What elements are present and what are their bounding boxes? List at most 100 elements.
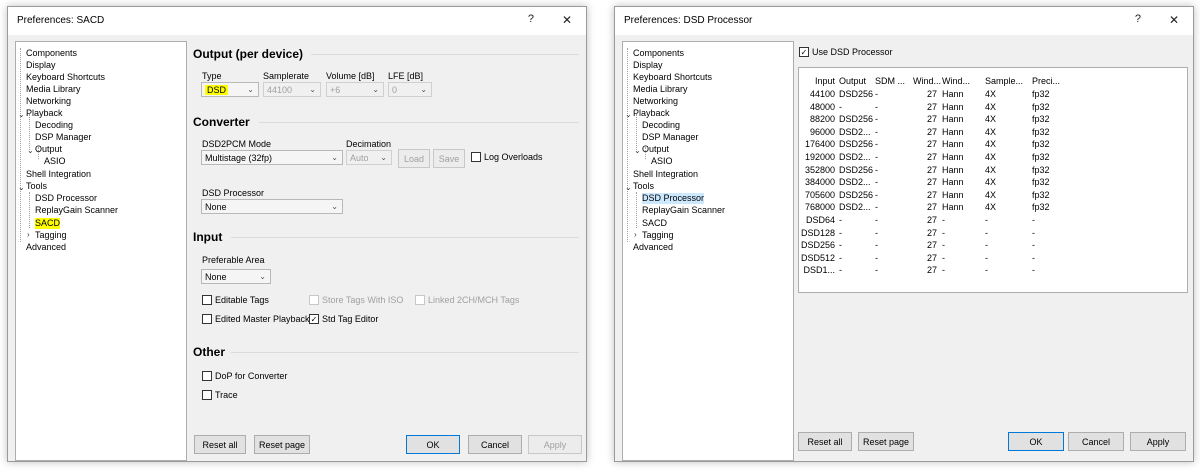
trace-checkbox[interactable] [202, 390, 212, 400]
ok-button[interactable]: OK [1008, 432, 1064, 451]
cancel-button[interactable]: Cancel [468, 435, 522, 454]
cancel-button[interactable]: Cancel [1068, 432, 1124, 451]
chevron-down-icon[interactable]: ⌄ [625, 183, 632, 192]
chevron-right-icon[interactable]: › [27, 230, 30, 239]
table-cell: - [942, 252, 945, 263]
table-cell: - [839, 227, 842, 238]
chevron-down-icon[interactable]: ⌄ [634, 146, 641, 155]
chevron-down-icon[interactable]: ⌄ [18, 183, 25, 192]
table-cell: fp32 [1032, 202, 1050, 213]
dop-for-converter-checkbox[interactable] [202, 371, 212, 381]
save-button[interactable]: Save [433, 149, 465, 168]
type-select[interactable]: DSD ⌄ [201, 82, 259, 97]
preferable-area-select[interactable]: None ⌄ [201, 269, 271, 284]
preferences-tree[interactable]: ⌄ ⌄ ⌄ › Components Display Keyboard Shor… [15, 41, 187, 461]
reset-all-button[interactable]: Reset all [798, 432, 852, 451]
reset-page-button[interactable]: Reset page [858, 432, 914, 451]
close-button[interactable]: ✕ [562, 13, 572, 27]
use-dsd-processor-checkbox[interactable]: ✓ [799, 47, 809, 57]
table-cell: 4X [985, 114, 997, 125]
linked-tags-checkbox[interactable] [415, 295, 425, 305]
window-title: Preferences: DSD Processor [624, 15, 753, 26]
log-overloads-checkbox[interactable] [471, 152, 481, 162]
tree-item-decoding[interactable]: Decoding [642, 120, 680, 131]
table-cell: - [1032, 227, 1035, 238]
tree-item-dsd-processor[interactable]: DSD Processor [35, 193, 97, 204]
tree-item-dsp-manager[interactable]: DSP Manager [642, 132, 698, 143]
editable-tags-label: Editable Tags [215, 295, 269, 305]
tree-item-output[interactable]: Output [35, 144, 62, 155]
load-button[interactable]: Load [398, 149, 430, 168]
tree-item-tools[interactable]: Tools [633, 181, 654, 192]
table-cell: - [1032, 252, 1035, 263]
editable-tags-checkbox[interactable] [202, 295, 212, 305]
table-cell: - [985, 252, 988, 263]
tree-item-asio[interactable]: ASIO [651, 156, 673, 167]
tree-item-advanced[interactable]: Advanced [633, 242, 673, 253]
preferences-tree[interactable]: ⌄ ⌄ ⌄ › Components Display Keyboard Shor… [622, 41, 794, 461]
table-cell: fp32 [1032, 101, 1050, 112]
help-button[interactable]: ? [528, 13, 534, 25]
dsd2pcm-mode-select[interactable]: Multistage (32fp) ⌄ [201, 150, 343, 165]
tree-item-shell-integration[interactable]: Shell Integration [633, 169, 698, 180]
decimation-select[interactable]: Auto ⌄ [346, 150, 392, 165]
tree-item-components[interactable]: Components [26, 48, 77, 59]
dsd-processor-table[interactable]: Input Output SDM ... Wind... Wind... Sample..… [798, 67, 1188, 293]
tree-item-sacd[interactable]: SACD [642, 218, 667, 229]
apply-button[interactable]: Apply [1130, 432, 1186, 451]
table-cell: - [875, 177, 878, 188]
tree-item-output[interactable]: Output [642, 144, 669, 155]
reset-all-button[interactable]: Reset all [194, 435, 246, 454]
tree-item-playback[interactable]: Playback [26, 108, 63, 119]
table-cell: Hann [942, 89, 964, 99]
table-cell: DSD2... [839, 126, 871, 137]
chevron-right-icon[interactable]: › [634, 230, 637, 239]
tree-item-display[interactable]: Display [26, 60, 56, 71]
tree-item-media-library[interactable]: Media Library [26, 84, 81, 95]
tree-item-shell-integration[interactable]: Shell Integration [26, 169, 91, 180]
tree-item-decoding[interactable]: Decoding [35, 120, 73, 131]
table-cell: Hann [942, 202, 964, 213]
table-cell: - [839, 240, 842, 251]
tree-item-replaygain-scanner[interactable]: ReplayGain Scanner [642, 205, 725, 216]
table-cell: 4X [985, 152, 997, 162]
std-tag-editor-checkbox[interactable]: ✓ [309, 314, 319, 324]
table-cell: fp32 [1032, 89, 1050, 99]
dop-for-converter-label: DoP for Converter [215, 371, 288, 381]
tree-item-sacd[interactable]: SACD [35, 218, 61, 229]
chevron-down-icon[interactable]: ⌄ [27, 146, 34, 155]
tree-item-tagging[interactable]: Tagging [642, 230, 674, 241]
tree-item-tagging[interactable]: Tagging [35, 230, 67, 241]
tree-item-components[interactable]: Components [633, 48, 684, 59]
tree-item-advanced[interactable]: Advanced [26, 242, 66, 253]
tree-item-asio[interactable]: ASIO [44, 156, 66, 167]
tree-item-networking[interactable]: Networking [26, 96, 71, 107]
tree-item-dsp-manager[interactable]: DSP Manager [35, 132, 91, 143]
volume-select[interactable]: +6 ⌄ [326, 82, 384, 97]
dsd-processor-select[interactable]: None ⌄ [201, 199, 343, 214]
chevron-down-icon: ⌄ [420, 85, 427, 94]
chevron-down-icon[interactable]: ⌄ [18, 110, 25, 119]
tree-item-playback[interactable]: Playback [633, 108, 670, 119]
tree-item-networking[interactable]: Networking [633, 96, 678, 107]
lfe-select[interactable]: 0 ⌄ [388, 82, 432, 97]
chevron-down-icon[interactable]: ⌄ [625, 110, 632, 119]
store-tags-iso-checkbox[interactable] [309, 295, 319, 305]
tree-item-keyboard-shortcuts[interactable]: Keyboard Shortcuts [633, 72, 712, 83]
table-cell: - [942, 265, 945, 276]
tree-item-media-library[interactable]: Media Library [633, 84, 688, 95]
table-cell: - [839, 215, 842, 225]
ok-button[interactable]: OK [406, 435, 460, 454]
reset-page-button[interactable]: Reset page [254, 435, 310, 454]
table-cell: - [875, 139, 878, 150]
tree-item-replaygain-scanner[interactable]: ReplayGain Scanner [35, 205, 118, 216]
tree-item-dsd-processor[interactable]: DSD Processor [642, 193, 705, 204]
edited-master-checkbox[interactable] [202, 314, 212, 324]
tree-item-tools[interactable]: Tools [26, 181, 47, 192]
help-button[interactable]: ? [1135, 13, 1141, 25]
samplerate-select[interactable]: 44100 ⌄ [263, 82, 321, 97]
tree-item-keyboard-shortcuts[interactable]: Keyboard Shortcuts [26, 72, 105, 83]
close-button[interactable]: ✕ [1169, 13, 1179, 27]
tree-item-display[interactable]: Display [633, 60, 663, 71]
apply-button[interactable]: Apply [528, 435, 582, 454]
